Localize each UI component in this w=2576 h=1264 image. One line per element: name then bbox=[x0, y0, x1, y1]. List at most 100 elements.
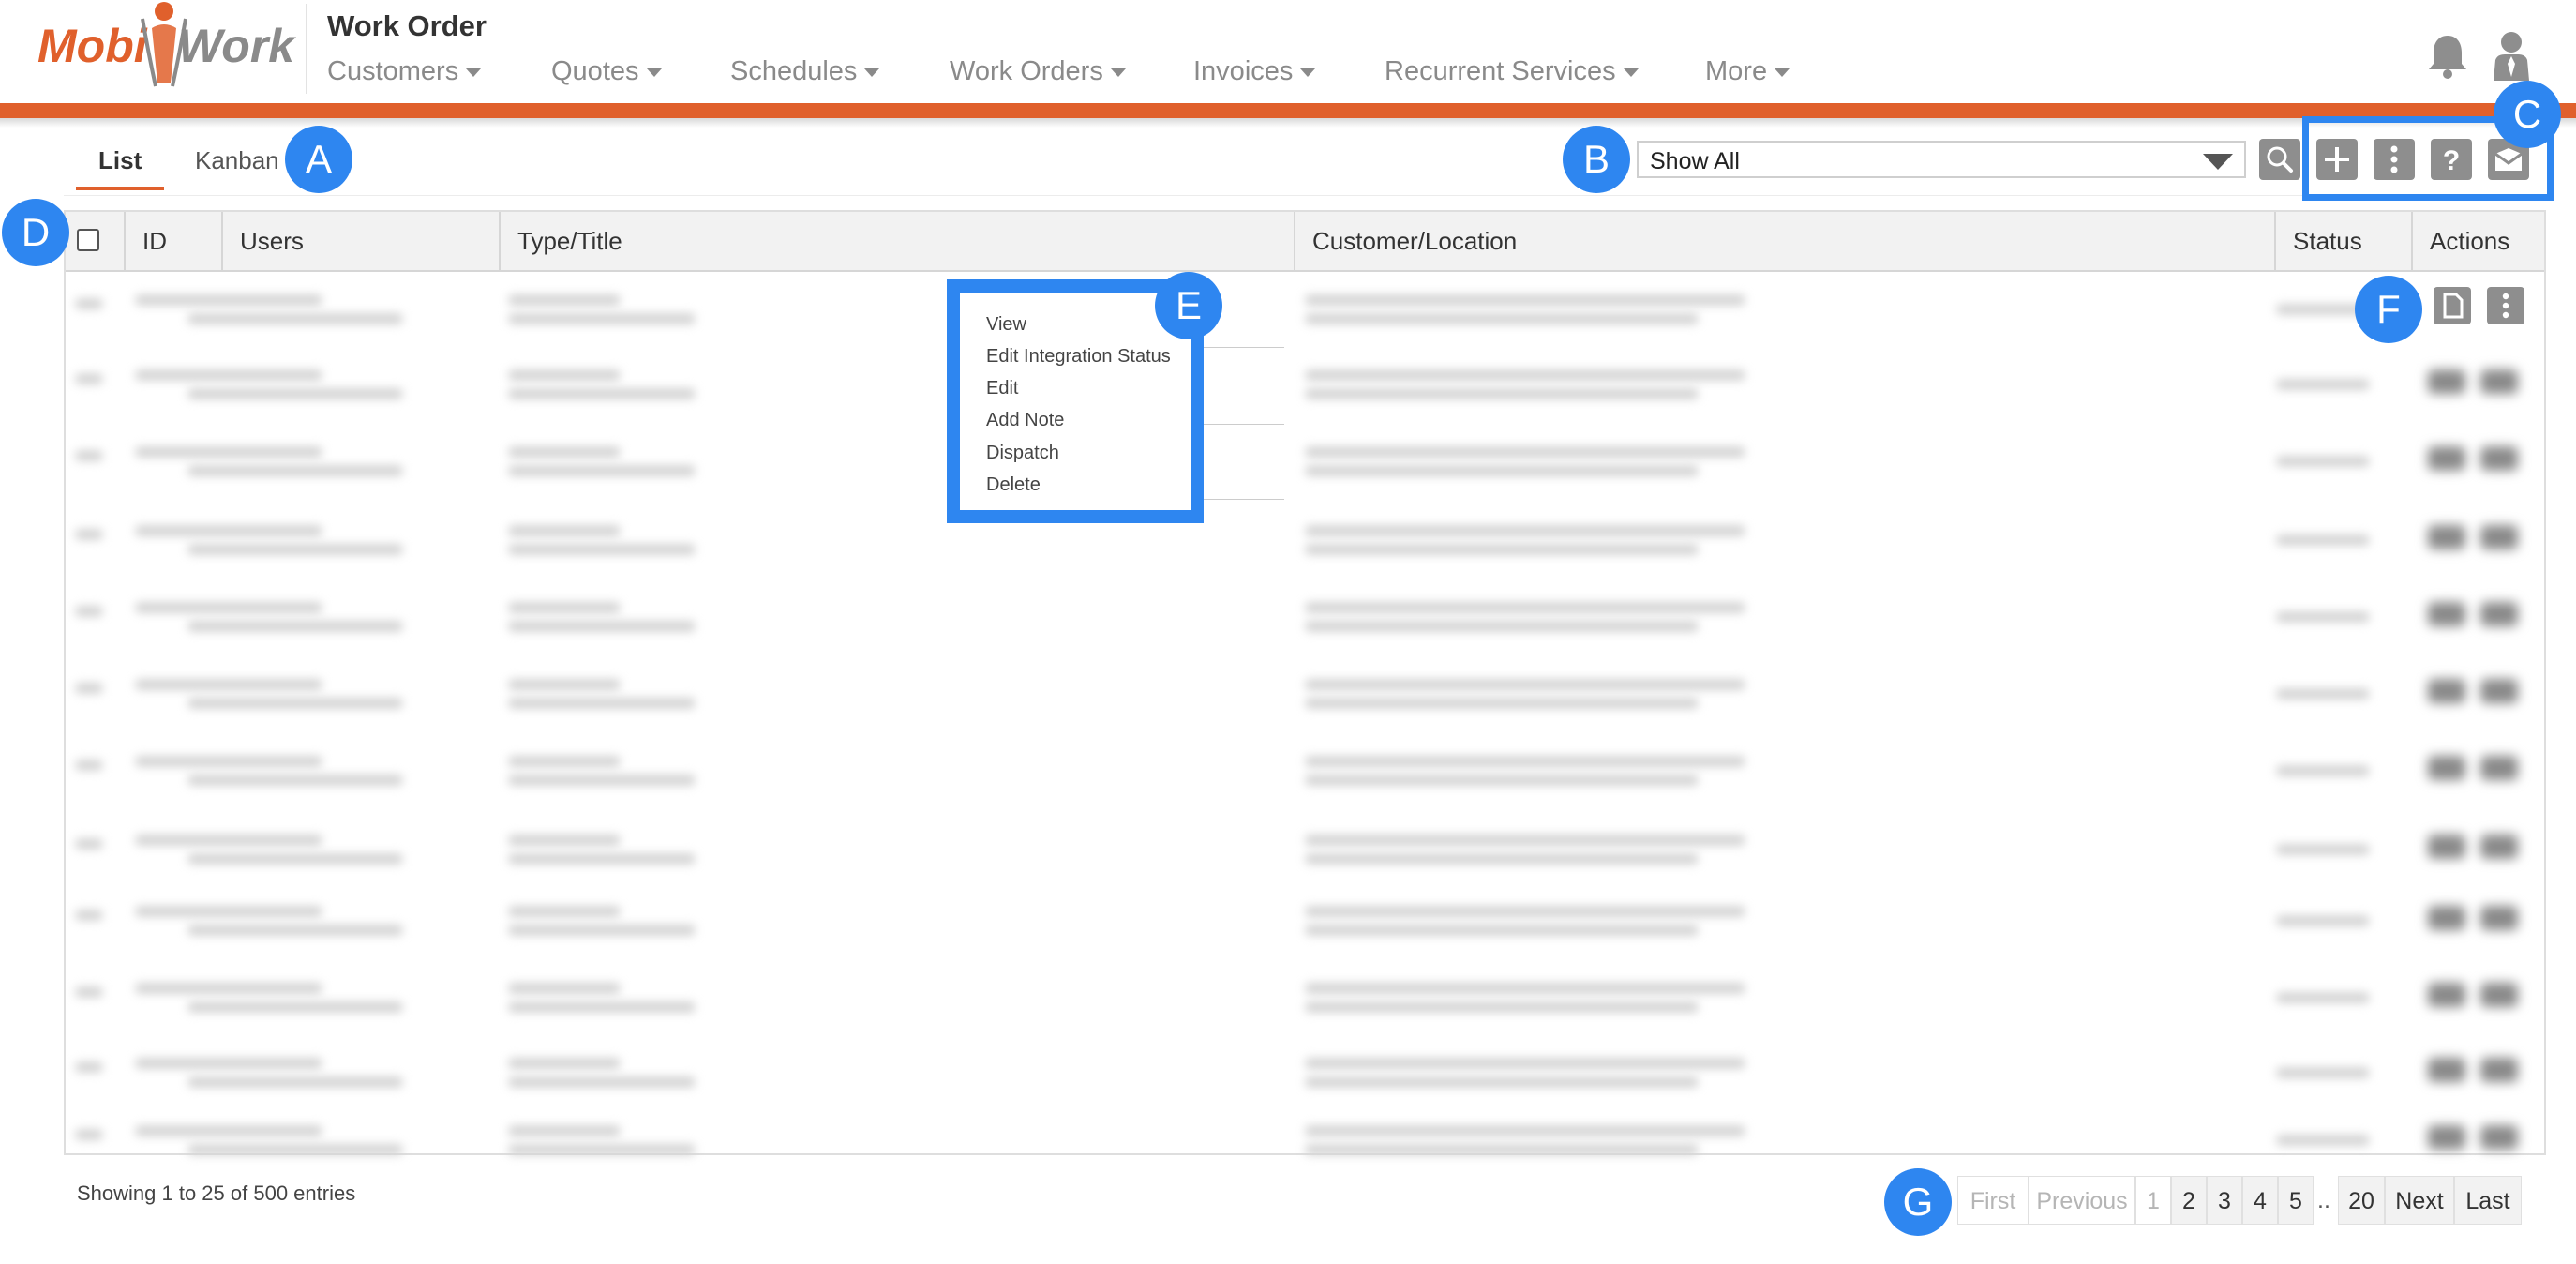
nav-schedules[interactable]: Schedules bbox=[730, 56, 880, 87]
pagination-page-4[interactable]: 4 bbox=[2242, 1176, 2278, 1225]
bell-icon[interactable] bbox=[2426, 32, 2469, 79]
caret-down-icon bbox=[864, 68, 880, 77]
menu-item-delete[interactable]: Delete bbox=[986, 474, 1041, 496]
row-divider bbox=[1204, 424, 1284, 425]
blurred-cell-content bbox=[1305, 1001, 1699, 1013]
th-select bbox=[66, 212, 124, 270]
pagination-first[interactable]: First bbox=[1957, 1176, 2029, 1225]
pagination-previous[interactable]: Previous bbox=[2029, 1176, 2135, 1225]
th-type-title[interactable]: Type/Title bbox=[499, 212, 1294, 270]
pagination-last[interactable]: Last bbox=[2454, 1176, 2522, 1225]
blurred-cell-content bbox=[187, 621, 403, 632]
blurred-row-action[interactable] bbox=[2428, 756, 2465, 780]
th-customer-location[interactable]: Customer/Location bbox=[1294, 212, 2274, 270]
user-profile-icon[interactable] bbox=[2490, 30, 2533, 81]
table-row[interactable] bbox=[66, 970, 2544, 1045]
mobiwork-logo[interactable]: Mobi Work bbox=[37, 0, 300, 94]
search-button[interactable] bbox=[2259, 139, 2300, 180]
menu-item-view[interactable]: View bbox=[986, 314, 1026, 336]
blurred-row-action[interactable] bbox=[2428, 835, 2465, 859]
blurred-row-action[interactable] bbox=[2428, 906, 2465, 930]
nav-work-orders[interactable]: Work Orders bbox=[950, 56, 1126, 87]
blurred-row-action[interactable] bbox=[2480, 369, 2518, 394]
blurred-cell-content bbox=[1305, 906, 1745, 917]
annotation-badge-c: C bbox=[2494, 81, 2561, 148]
add-button[interactable] bbox=[2316, 139, 2358, 180]
blurred-row-action[interactable] bbox=[2480, 446, 2518, 471]
table-row[interactable] bbox=[66, 356, 2544, 431]
table-row[interactable] bbox=[66, 281, 2544, 356]
menu-item-dispatch[interactable]: Dispatch bbox=[986, 443, 1059, 464]
blurred-row-action[interactable] bbox=[2428, 446, 2465, 471]
table-row[interactable] bbox=[66, 1045, 2544, 1120]
blurred-row-action[interactable] bbox=[2428, 679, 2465, 703]
table-row[interactable] bbox=[66, 589, 2544, 664]
th-status[interactable]: Status bbox=[2274, 212, 2411, 270]
blurred-row-action[interactable] bbox=[2480, 1058, 2518, 1082]
blurred-row-action[interactable] bbox=[2428, 1125, 2465, 1150]
table-row[interactable] bbox=[66, 433, 2544, 508]
tab-list[interactable]: List bbox=[98, 146, 142, 175]
table-row[interactable] bbox=[66, 743, 2544, 818]
pagination-page-20[interactable]: 20 bbox=[2338, 1176, 2385, 1225]
svg-text:Mobi: Mobi bbox=[37, 20, 148, 72]
svg-text:Work: Work bbox=[178, 20, 296, 72]
nav-recurrent-services[interactable]: Recurrent Services bbox=[1385, 56, 1639, 87]
blurred-cell-content bbox=[1305, 1076, 1699, 1088]
blurred-cell-content bbox=[1305, 775, 1699, 786]
row-more-options-button[interactable] bbox=[2487, 287, 2524, 324]
nav-label: Customers bbox=[327, 56, 459, 86]
pagination-page-5[interactable]: 5 bbox=[2278, 1176, 2314, 1225]
menu-item-edit[interactable]: Edit bbox=[986, 378, 1018, 399]
blurred-row-action[interactable] bbox=[2428, 525, 2465, 549]
blurred-row-action[interactable] bbox=[2428, 602, 2465, 626]
blurred-cell-content bbox=[75, 760, 103, 771]
blurred-row-action[interactable] bbox=[2480, 756, 2518, 780]
th-id[interactable]: ID bbox=[124, 212, 221, 270]
blurred-cell-content bbox=[508, 775, 696, 786]
table-row[interactable] bbox=[66, 666, 2544, 741]
blurred-row-action[interactable] bbox=[2480, 679, 2518, 703]
blurred-row-action[interactable] bbox=[2480, 835, 2518, 859]
blurred-row-action[interactable] bbox=[2480, 983, 2518, 1007]
row-document-button[interactable] bbox=[2434, 287, 2471, 324]
blurred-cell-content bbox=[1305, 853, 1699, 865]
pagination-page-2[interactable]: 2 bbox=[2171, 1176, 2207, 1225]
blurred-row-action[interactable] bbox=[2428, 1058, 2465, 1082]
table-row[interactable] bbox=[66, 893, 2544, 968]
blurred-cell-content bbox=[135, 602, 322, 613]
blurred-cell-content bbox=[135, 679, 322, 690]
table-row[interactable] bbox=[66, 512, 2544, 587]
nav-quotes[interactable]: Quotes bbox=[551, 56, 662, 87]
blurred-cell-content bbox=[1305, 756, 1745, 767]
select-all-checkbox[interactable] bbox=[77, 229, 99, 251]
dropdown-arrow-icon bbox=[2203, 154, 2233, 170]
nav-invoices[interactable]: Invoices bbox=[1193, 56, 1316, 87]
blurred-row-action[interactable] bbox=[2480, 906, 2518, 930]
blurred-row-action[interactable] bbox=[2480, 602, 2518, 626]
menu-item-add-note[interactable]: Add Note bbox=[986, 410, 1064, 431]
blurred-row-action[interactable] bbox=[2428, 983, 2465, 1007]
help-button[interactable]: ? bbox=[2431, 139, 2472, 180]
more-options-button[interactable] bbox=[2374, 139, 2415, 180]
blurred-cell-content bbox=[1305, 925, 1699, 936]
blurred-cell-content bbox=[135, 835, 322, 846]
blurred-cell-content bbox=[135, 525, 322, 536]
pagination-page-1[interactable]: 1 bbox=[2135, 1176, 2171, 1225]
blurred-row-action[interactable] bbox=[2480, 525, 2518, 549]
nav-customers[interactable]: Customers bbox=[327, 56, 482, 87]
vertical-dots-icon bbox=[2390, 145, 2398, 173]
blurred-row-action[interactable] bbox=[2480, 1125, 2518, 1150]
blurred-cell-content bbox=[1305, 1125, 1745, 1136]
blurred-cell-content bbox=[1305, 294, 1745, 306]
pagination-next[interactable]: Next bbox=[2385, 1176, 2454, 1225]
nav-more[interactable]: More bbox=[1705, 56, 1790, 87]
table-row[interactable] bbox=[66, 821, 2544, 896]
th-users[interactable]: Users bbox=[221, 212, 499, 270]
filter-select[interactable]: Show All bbox=[1637, 141, 2246, 178]
pagination-page-3[interactable]: 3 bbox=[2207, 1176, 2242, 1225]
blurred-row-action[interactable] bbox=[2428, 369, 2465, 394]
menu-item-edit-integration-status[interactable]: Edit Integration Status bbox=[986, 346, 1171, 368]
blurred-cell-content bbox=[508, 698, 696, 709]
tab-kanban[interactable]: Kanban bbox=[195, 146, 279, 175]
